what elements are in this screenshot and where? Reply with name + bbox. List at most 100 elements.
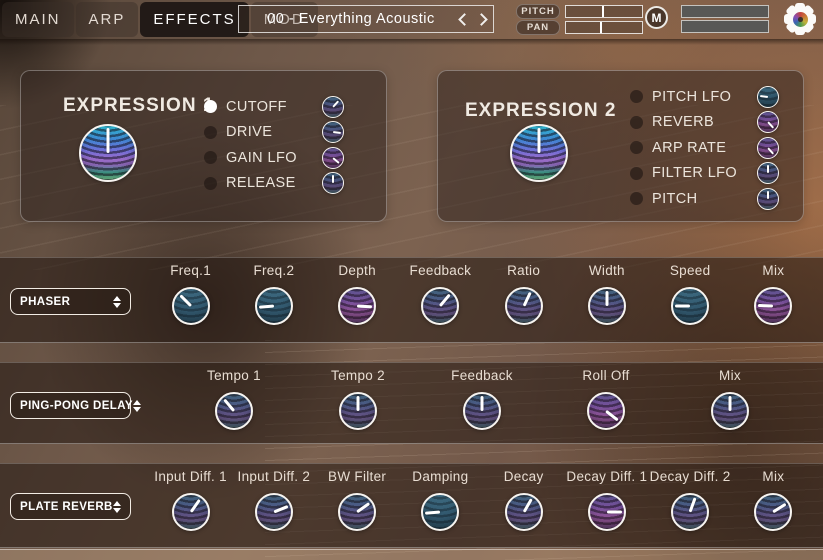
amount-knob-drive[interactable]: [322, 121, 344, 143]
knob-plate-reverb-bw-filter[interactable]: [338, 493, 376, 531]
knob-label: Mix: [762, 263, 784, 280]
knob-label: Freq.1: [170, 263, 211, 280]
pitch-pan-group: PITCH PAN: [516, 5, 643, 34]
meter-bar-1: [681, 5, 769, 18]
knob-cell-decay-diff-2: Decay Diff. 2: [649, 469, 732, 531]
knob-pointer: [273, 505, 288, 513]
knob-label: Ratio: [507, 263, 540, 280]
knob-cell-decay-diff-1: Decay Diff. 1: [565, 469, 648, 531]
effect-selector-plate-reverb[interactable]: PLATE REVERB: [10, 493, 131, 520]
mute-button[interactable]: M: [645, 6, 668, 29]
preset-name: 00 - Everything Acoustic: [267, 11, 435, 27]
effect-selector-label: PHASER: [20, 296, 70, 308]
knob-plate-reverb-decay-diff-2[interactable]: [671, 493, 709, 531]
level-meters: [681, 5, 769, 33]
radio-gain-lfo[interactable]: [204, 151, 217, 164]
knob-pointer: [259, 305, 274, 309]
previous-preset-icon[interactable]: [458, 13, 471, 26]
knob-plate-reverb-decay-diff-1[interactable]: [588, 493, 626, 531]
tab-effects[interactable]: EFFECTS: [140, 2, 248, 37]
slider-handle[interactable]: [602, 6, 604, 17]
assignment-label: PITCH: [652, 191, 748, 207]
knob-phaser-freq-2[interactable]: [255, 287, 293, 325]
knob-label: Feedback: [410, 263, 472, 280]
pitch-row: PITCH: [516, 5, 643, 18]
knob-phaser-depth[interactable]: [338, 287, 376, 325]
slider-handle[interactable]: [600, 22, 602, 33]
radio-arp-rate[interactable]: [630, 141, 643, 154]
effect-selector-label: PING-PONG DELAY: [20, 400, 133, 412]
radio-release[interactable]: [204, 177, 217, 190]
radio-cutoff[interactable]: [204, 100, 217, 113]
knob-label: Width: [589, 263, 625, 280]
knob-label: Freq.2: [253, 263, 294, 280]
knob-pointer: [605, 291, 608, 306]
knob-plate-reverb-input-diff-1[interactable]: [172, 493, 210, 531]
panel-title: EXPRESSION 2: [465, 100, 616, 122]
tab-main[interactable]: MAIN: [2, 2, 74, 37]
amount-knob-gain-lfo[interactable]: [322, 147, 344, 169]
assignment-label: RELEASE: [226, 175, 313, 191]
knob-ping-pong-delay-roll-off[interactable]: [587, 392, 625, 430]
expression-1-main-knob[interactable]: [79, 124, 137, 182]
next-preset-icon[interactable]: [475, 13, 488, 26]
radio-filter-lfo[interactable]: [630, 167, 643, 180]
knob-pointer: [607, 511, 622, 514]
knob-pointer: [481, 396, 484, 411]
preset-selector[interactable]: 00 - Everything Acoustic: [238, 5, 494, 33]
amount-knob-pitch[interactable]: [757, 188, 779, 210]
knob-ping-pong-delay-tempo-2[interactable]: [339, 392, 377, 430]
effect-selector-phaser[interactable]: PHASER: [10, 288, 131, 315]
knob-pointer: [689, 497, 697, 512]
knob-pointer: [729, 396, 732, 411]
amount-knob-pitch-lfo[interactable]: [757, 86, 779, 108]
knob-label: Feedback: [451, 368, 513, 385]
radio-pitch-lfo[interactable]: [630, 90, 643, 103]
amount-knob-arp-rate[interactable]: [757, 137, 779, 159]
knob-label: Input Diff. 2: [238, 469, 311, 486]
knob-cell-depth: Depth: [316, 263, 399, 325]
preset-nav: [460, 6, 486, 32]
pitch-slider[interactable]: [565, 5, 643, 18]
knob-ping-pong-delay-mix[interactable]: [711, 392, 749, 430]
knob-plate-reverb-damping[interactable]: [421, 493, 459, 531]
assignment-list: PITCH LFOREVERBARP RATEFILTER LFOPITCH: [630, 84, 779, 212]
knob-phaser-mix[interactable]: [754, 287, 792, 325]
knob-ping-pong-delay-feedback[interactable]: [463, 392, 501, 430]
knob-phaser-ratio[interactable]: [505, 287, 543, 325]
expression-2-main-knob[interactable]: [510, 124, 568, 182]
radio-reverb[interactable]: [630, 116, 643, 129]
knob-cell-mix: Mix: [668, 368, 792, 430]
knob-phaser-freq-1[interactable]: [172, 287, 210, 325]
knob-phaser-feedback[interactable]: [421, 287, 459, 325]
knob-pointer: [605, 410, 619, 422]
knob-plate-reverb-decay[interactable]: [505, 493, 543, 531]
pan-row: PAN: [516, 21, 643, 34]
radio-pitch[interactable]: [630, 192, 643, 205]
tab-arp[interactable]: ARP: [76, 2, 139, 37]
amount-knob-cutoff[interactable]: [322, 96, 344, 118]
knob-phaser-width[interactable]: [588, 287, 626, 325]
gear-rainbow-center: [793, 12, 808, 27]
knob-pointer: [538, 128, 541, 153]
knob-pointer: [522, 292, 531, 307]
knob-plate-reverb-mix[interactable]: [754, 493, 792, 531]
amount-knob-reverb[interactable]: [757, 111, 779, 133]
knob-phaser-speed[interactable]: [671, 287, 709, 325]
knob-plate-reverb-input-diff-2[interactable]: [255, 493, 293, 531]
amount-knob-release[interactable]: [322, 172, 344, 194]
radio-drive[interactable]: [204, 126, 217, 139]
updown-arrows-icon: [133, 400, 141, 412]
effect-selector-ping-pong-delay[interactable]: PING-PONG DELAY: [10, 392, 131, 419]
amount-knob-filter-lfo[interactable]: [757, 162, 779, 184]
settings-gear-icon[interactable]: [783, 2, 817, 36]
updown-arrows-icon: [113, 296, 121, 308]
knob-ping-pong-delay-tempo-1[interactable]: [215, 392, 253, 430]
effect-row-ping-pong-delay: PING-PONG DELAY Tempo 1Tempo 2FeedbackRo…: [0, 362, 823, 444]
assignment-row: GAIN LFO: [204, 145, 344, 171]
assignment-row: REVERB: [630, 110, 779, 136]
knob-pointer: [773, 503, 787, 513]
assignment-row: CUTOFF: [204, 94, 344, 120]
pan-slider[interactable]: [565, 21, 643, 34]
assignment-label: GAIN LFO: [226, 150, 313, 166]
